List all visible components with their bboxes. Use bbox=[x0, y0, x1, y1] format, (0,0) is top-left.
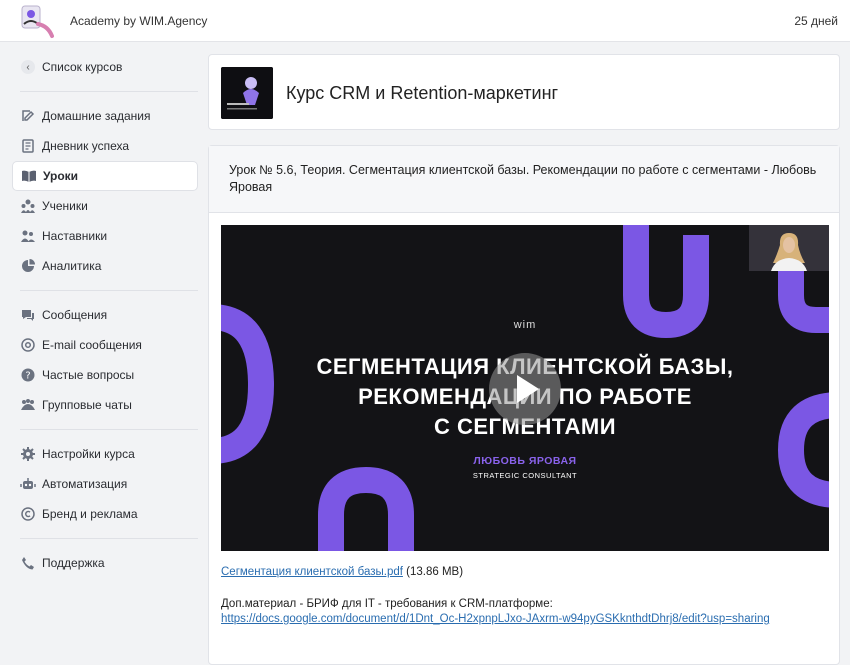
book-icon bbox=[21, 168, 37, 184]
chevron-left-icon: ‹ bbox=[20, 59, 36, 75]
svg-text:?: ? bbox=[25, 371, 30, 382]
sidebar-item[interactable]: E-mail сообщения bbox=[12, 330, 198, 360]
sidebar-item[interactable]: Наставники bbox=[12, 221, 198, 251]
attachment-row: Сегментация клиентской базы.pdf (13.86 M… bbox=[221, 566, 463, 578]
phone-icon bbox=[20, 555, 36, 571]
course-title: Курс CRM и Retention-маркетинг bbox=[286, 83, 559, 103]
messages-icon bbox=[20, 307, 36, 323]
copyright-icon bbox=[20, 506, 36, 522]
sidebar-item[interactable]: Домашние задания bbox=[12, 101, 198, 131]
video-speaker: ЛЮБОВЬ ЯРОВАЯ bbox=[473, 455, 577, 467]
sidebar-item-label: Наставники bbox=[42, 229, 108, 243]
divider bbox=[20, 91, 198, 92]
sidebar-item[interactable]: ? Частые вопросы bbox=[12, 360, 198, 390]
sidebar-item-label: Поддержка bbox=[42, 556, 105, 570]
sidebar-item[interactable]: Бренд и реклама bbox=[12, 499, 198, 529]
extra-material-link[interactable]: https://docs.google.com/document/d/1Dnt_… bbox=[221, 612, 821, 627]
lesson-title: Урок № 5.6, Теория. Сегментация клиентск… bbox=[229, 163, 817, 194]
course-card: Курс CRM и Retention-маркетинг bbox=[208, 54, 840, 130]
sidebar-item-label: Настройки курса bbox=[42, 447, 135, 461]
sidebar-item[interactable]: Групповые чаты bbox=[12, 390, 198, 420]
sidebar-item-label: Бренд и реклама bbox=[42, 507, 138, 521]
video-brand: wim bbox=[513, 319, 537, 331]
days-left: 25 дней bbox=[794, 14, 838, 28]
sidebar-item-label: Автоматизация bbox=[42, 477, 128, 491]
notebook-icon bbox=[20, 138, 36, 154]
sidebar-item-label: Сообщения bbox=[42, 308, 108, 322]
sidebar-item[interactable]: Сообщения bbox=[12, 300, 198, 330]
sidebar-item[interactable]: Ученики bbox=[12, 191, 198, 221]
sidebar-item[interactable]: Дневник успеха bbox=[12, 131, 198, 161]
extra-material: Доп.материал - БРИФ для IT - требования … bbox=[221, 597, 821, 627]
sidebar-item-label: E-mail сообщения bbox=[42, 338, 142, 352]
top-bar: Academy by WIM.Agency 25 дней bbox=[0, 0, 850, 42]
sidebar-item-label: Частые вопросы bbox=[42, 368, 135, 382]
divider bbox=[20, 290, 198, 291]
group-icon bbox=[20, 397, 36, 413]
at-icon bbox=[20, 337, 36, 353]
lesson-header: Урок № 5.6, Теория. Сегментация клиентск… bbox=[209, 146, 839, 213]
extra-material-text: Доп.материал - БРИФ для IT - требования … bbox=[221, 598, 553, 610]
sidebar-item-label: Ученики bbox=[42, 199, 88, 213]
video-player[interactable]: wim СЕГМЕНТАЦИЯ КЛИЕНТСКОЙ БАЗЫ, РЕКОМЕН… bbox=[221, 225, 829, 551]
attachment-link[interactable]: Сегментация клиентской базы.pdf bbox=[221, 566, 403, 578]
sidebar-item[interactable]: Поддержка bbox=[12, 548, 198, 578]
sidebar-item-label: Домашние задания bbox=[42, 109, 151, 123]
gear-icon bbox=[20, 446, 36, 462]
lesson-card: Урок № 5.6, Теория. Сегментация клиентск… bbox=[208, 145, 840, 665]
divider bbox=[20, 429, 198, 430]
mentors-icon bbox=[20, 228, 36, 244]
sidebar-item[interactable]: Автоматизация bbox=[12, 469, 198, 499]
students-icon bbox=[20, 198, 36, 214]
course-thumbnail bbox=[221, 67, 273, 119]
academy-logo[interactable] bbox=[14, 2, 56, 40]
edit-icon bbox=[20, 108, 36, 124]
back-label: Список курсов bbox=[42, 60, 123, 74]
app-title: Academy by WIM.Agency bbox=[70, 14, 208, 28]
robot-icon bbox=[20, 476, 36, 492]
sidebar: ‹ Список курсов Домашние задания Дневник … bbox=[12, 52, 198, 578]
sidebar-item[interactable]: Аналитика bbox=[12, 251, 198, 281]
video-speaker-role: STRATEGIC CONSULTANT bbox=[472, 471, 578, 480]
back-to-courses[interactable]: ‹ Список курсов bbox=[12, 52, 198, 82]
sidebar-item-label: Уроки bbox=[43, 169, 79, 183]
sidebar-item-label: Аналитика bbox=[42, 259, 102, 273]
sidebar-item-label: Групповые чаты bbox=[42, 398, 132, 412]
attachment-size: (13.86 MB) bbox=[406, 566, 464, 578]
play-button[interactable] bbox=[489, 353, 561, 425]
divider bbox=[20, 538, 198, 539]
sidebar-item-label: Дневник успеха bbox=[42, 139, 130, 153]
sidebar-item[interactable]: Настройки курса bbox=[12, 439, 198, 469]
question-icon: ? bbox=[20, 367, 36, 383]
speaker-webcam bbox=[749, 225, 829, 271]
pie-chart-icon bbox=[20, 258, 36, 274]
sidebar-item[interactable]: Уроки bbox=[12, 161, 198, 191]
